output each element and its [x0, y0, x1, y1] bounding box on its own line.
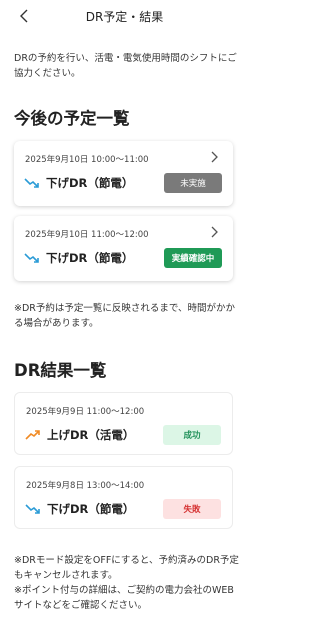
page-title: DR予定・結果 [85, 9, 164, 24]
upcoming-card[interactable]: 2025年9月10日 10:00～11:00 下げDR（節電） 未実施 [14, 141, 233, 206]
upcoming-section-title: 今後の予定一覧 [14, 109, 130, 128]
trend-down-icon [24, 253, 39, 263]
footer-note: ※DRモード設定をOFFにすると、予約済みのDR予定もキャンセルされます。 ※ポ… [14, 555, 239, 611]
trend-up-icon [25, 430, 40, 440]
back-button[interactable] [14, 6, 34, 26]
result-card: 2025年9月9日 11:00～12:00 上げDR（活電） 成功 [14, 392, 233, 455]
chevron-left-icon [20, 9, 28, 23]
dr-time: 2025年9月10日 11:00～12:00 [25, 230, 149, 240]
dr-type-label: 下げDR（節電） [46, 251, 134, 265]
status-badge: 実績確認中 [164, 248, 222, 268]
header-bar: DR予定・結果 [0, 0, 249, 32]
dr-type-label: 下げDR（節電） [47, 502, 135, 516]
dr-type-label: 下げDR（節電） [46, 176, 134, 190]
dr-time: 2025年9月8日 13:00～14:00 [26, 481, 145, 491]
chevron-right-icon [211, 151, 218, 163]
upcoming-note: ※DR予約は予定一覧に反映されるまで、時間がかかる場合があります。 [14, 303, 235, 329]
trend-down-icon [25, 504, 40, 514]
chevron-right-icon [211, 226, 218, 238]
status-badge: 成功 [163, 425, 221, 445]
intro-text: DRの予約を行い、活電・電気使用時間のシフトにご協力ください。 [14, 53, 237, 79]
result-card: 2025年9月8日 13:00～14:00 下げDR（節電） 失敗 [14, 466, 233, 529]
results-section-title: DR結果一覧 [14, 361, 107, 380]
dr-type-label: 上げDR（活電） [47, 428, 135, 442]
trend-down-icon [24, 178, 39, 188]
status-badge: 失敗 [163, 499, 221, 519]
status-badge: 未実施 [164, 173, 222, 193]
dr-time: 2025年9月10日 10:00～11:00 [25, 155, 149, 165]
dr-time: 2025年9月9日 11:00～12:00 [26, 407, 145, 417]
upcoming-card[interactable]: 2025年9月10日 11:00～12:00 下げDR（節電） 実績確認中 [14, 216, 233, 281]
